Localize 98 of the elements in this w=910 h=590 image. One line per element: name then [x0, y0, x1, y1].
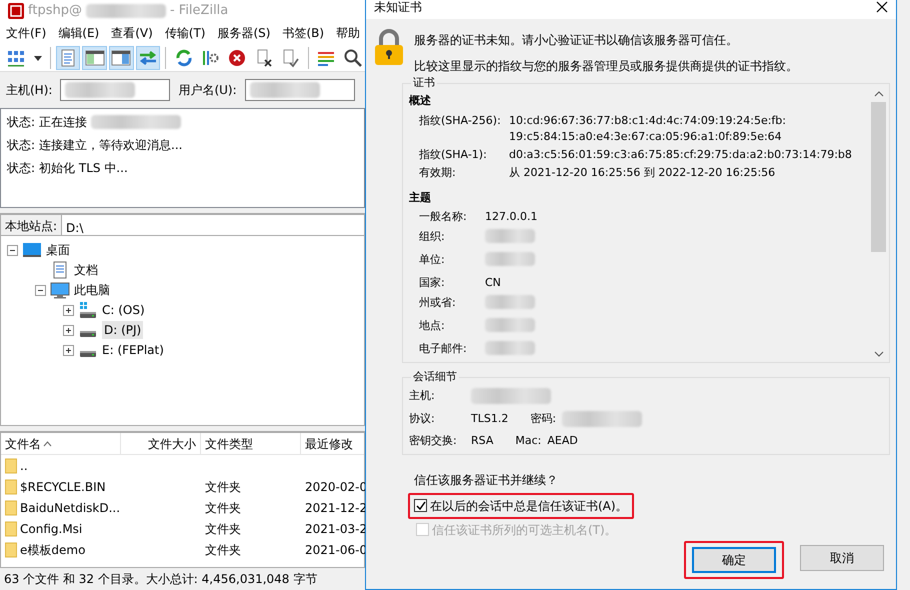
field-value: CN [485, 275, 502, 291]
question-text: 信任该服务器证书并继续？ [414, 472, 559, 488]
message-text: 比较这里显示的指纹与您的服务器管理员或服务提供商提供的证书指纹。 [414, 58, 798, 75]
menu-item[interactable]: 服务器(S) [212, 24, 276, 42]
input-field[interactable] [60, 79, 170, 101]
field-label: 主机(H): [6, 82, 52, 99]
padlock-icon [372, 27, 406, 67]
file-type: 文件夹 [204, 520, 242, 538]
field-label: 有效期: [419, 164, 457, 180]
field-label: 主机: [409, 388, 436, 404]
expand-icon[interactable] [63, 324, 74, 336]
log-label: 状态: [7, 160, 36, 177]
field-value: 19:c5:84:15:a0:e4:3e:67:ca:05:96:a1:0f:89:5e:64 [509, 128, 783, 144]
file-date: 2021-12-2 [304, 500, 367, 516]
section-heading: 主题 [409, 190, 432, 206]
window-title: ftpshp@ [28, 2, 82, 20]
dialog-button[interactable]: 取消 [800, 545, 884, 571]
log-message: 初始化 TLS 中... [39, 160, 128, 177]
expand-icon[interactable] [63, 344, 74, 356]
tree-item[interactable]: D: (PJ) [102, 321, 144, 339]
file-name[interactable]: BaiduNetdiskD... [20, 498, 120, 516]
expand-icon[interactable] [63, 304, 74, 316]
tree-item[interactable]: 文档 [74, 261, 98, 279]
message-text: 服务器的证书未知。请小心验证证书以确信该服务器可信任。 [414, 32, 739, 49]
tree-item[interactable]: 桌面 [46, 241, 70, 259]
field-label: 单位: [419, 252, 446, 268]
field-label: 州或省: [419, 295, 457, 311]
field-label: 一般名称: [419, 209, 468, 225]
menu-item[interactable]: 文件(F) [0, 24, 52, 42]
menu-item[interactable]: 查看(V) [105, 24, 159, 42]
cancel-icon[interactable] [227, 48, 248, 68]
drive-icon [80, 331, 96, 337]
file-date: 2020-02-0 [304, 478, 367, 496]
field-value: 从 2021-12-20 16:25:56 到 2022-12-20 16:25:56 [509, 164, 776, 180]
drive-icon [80, 351, 96, 357]
dialog-button[interactable]: 确定 [692, 547, 776, 573]
field-label: 指纹(SHA-1): [419, 146, 488, 162]
collapse-icon[interactable] [7, 244, 18, 256]
tree-item[interactable]: C: (OS) [102, 301, 145, 319]
input-field[interactable] [244, 79, 355, 101]
field-label: 密码: [530, 410, 556, 426]
folder-icon [5, 458, 17, 474]
field-label: Mac: [515, 433, 542, 449]
log-label: 状态: [7, 137, 36, 154]
tree-item[interactable]: E: (FEPlat) [102, 341, 164, 359]
field-label: 组织: [419, 229, 446, 245]
folder-icon [5, 542, 17, 558]
close-icon[interactable] [876, 1, 888, 13]
folder-icon [5, 500, 17, 516]
monitor-icon [50, 281, 70, 299]
field-label: 用户名(U): [178, 82, 237, 99]
file-name[interactable]: e模板demo [20, 540, 86, 558]
search-icon[interactable] [342, 48, 363, 68]
menu-item[interactable]: 传输(T) [158, 24, 212, 42]
field-value: AEAD [547, 433, 578, 449]
app-logo-icon [8, 3, 24, 19]
window-title: - FileZilla [170, 2, 228, 20]
folder-icon [5, 520, 17, 536]
file-type: 文件夹 [204, 542, 242, 558]
file-name[interactable]: Config.Msi [20, 520, 82, 538]
file-name[interactable]: $RECYCLE.BIN [20, 478, 106, 496]
menu-item[interactable]: 帮助 [330, 24, 366, 42]
refresh-icon[interactable] [174, 48, 194, 68]
field-value: d0:a3:c5:56:01:59:c3:a6:75:85:cf:29:75:da:a2:b0:73:14:79:b8 [509, 146, 853, 162]
column-header[interactable]: 文件类型 [201, 433, 301, 454]
desktop-icon [22, 241, 42, 259]
column-header[interactable]: 文件大小 [121, 433, 201, 454]
tree-item[interactable]: 此电脑 [74, 281, 110, 299]
log-message: 正在连接 [39, 114, 88, 131]
drive-icon [78, 301, 98, 319]
field-label: 密钥交换: [409, 433, 458, 449]
checkbox[interactable]: 在以后的会话中总是信任该证书(A)。 [410, 494, 632, 516]
column-header[interactable]: 文件名 [1, 433, 121, 454]
file-date: 2021-06-0 [304, 542, 367, 558]
file-type: 文件夹 [204, 500, 242, 516]
panel-icon[interactable] [84, 48, 105, 68]
file-name[interactable]: .. [20, 456, 28, 474]
log-label: 状态: [7, 114, 36, 131]
log-message: 连接建立，等待欢迎消息... [39, 137, 182, 154]
menu-item[interactable]: 书签(B) [276, 24, 330, 42]
field-label: 电子邮件: [419, 341, 468, 357]
panel-icon[interactable] [111, 48, 132, 68]
file-date: 2021-03-2 [304, 520, 367, 538]
folder-icon [5, 478, 17, 494]
section-heading: 概述 [409, 93, 432, 109]
check-icon [416, 500, 426, 510]
field-label: 国家: [419, 275, 446, 291]
file-type: 文件夹 [204, 478, 242, 496]
field-value: 127.0.0.1 [485, 209, 538, 225]
field-value: RSA [471, 433, 494, 449]
field-label: 地点: [419, 318, 446, 334]
field-label: 协议: [409, 410, 436, 426]
field-label: 指纹(SHA-256): [419, 112, 502, 128]
menu-item[interactable]: 编辑(E) [52, 24, 106, 42]
collapse-icon[interactable] [35, 284, 46, 296]
dialog-title: 未知证书 [374, 0, 422, 16]
field-value: TLS1.2 [471, 410, 508, 426]
field-value: 10:cd:96:67:36:77:b8:c1:4d:4c:74:09:19:24:5e:fb: [509, 112, 787, 128]
